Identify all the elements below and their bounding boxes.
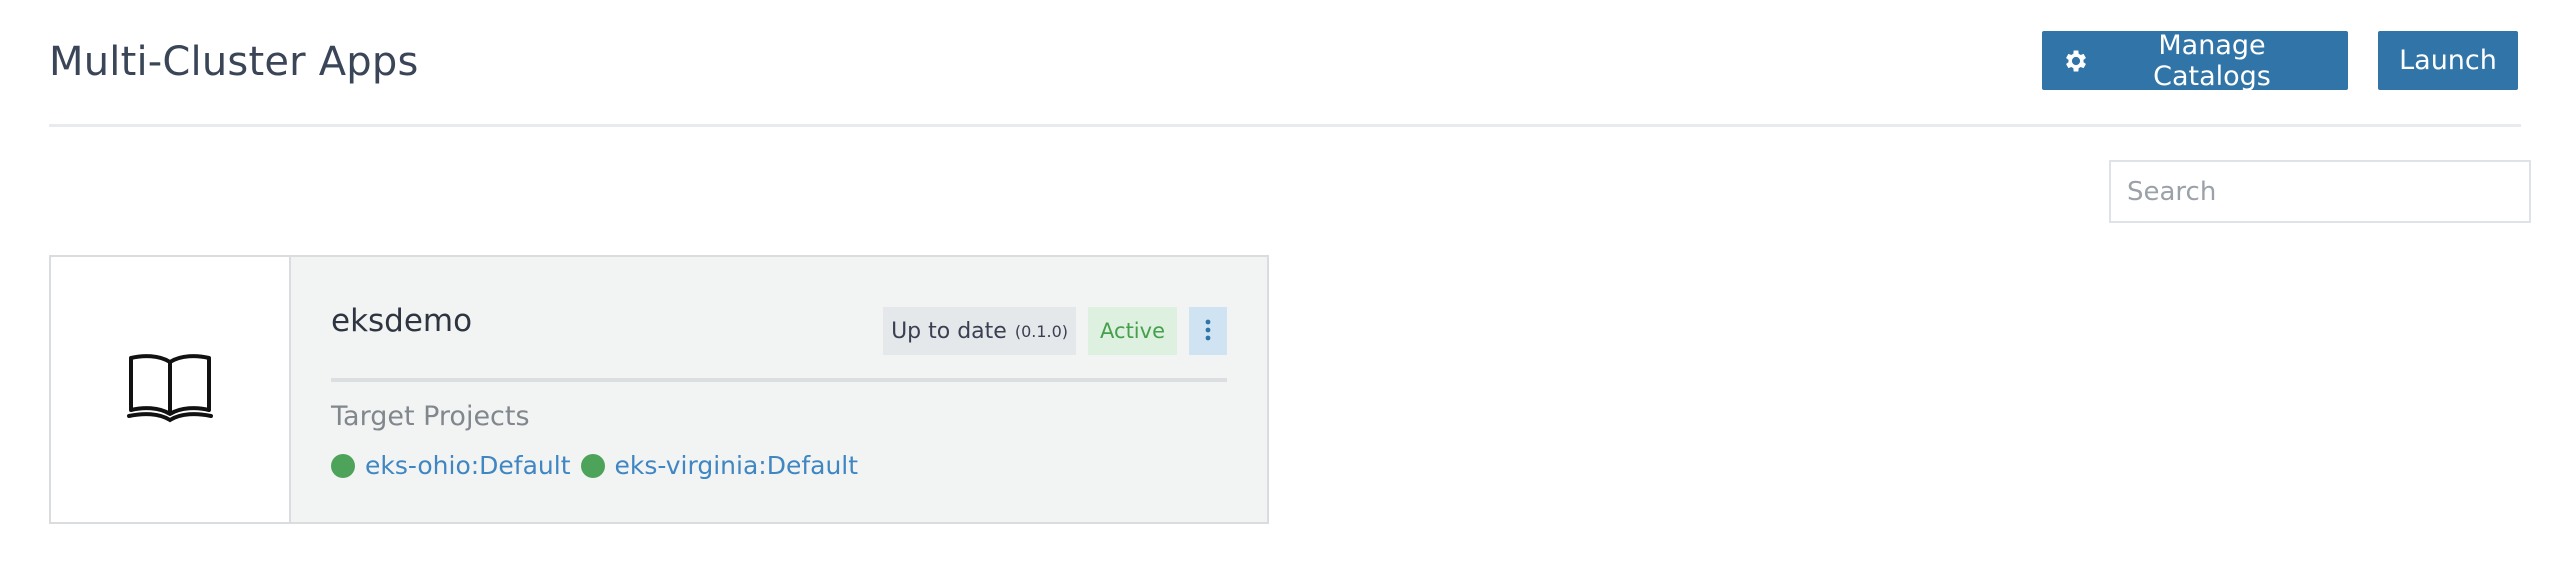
search-input[interactable]: [2109, 160, 2531, 223]
project-status-dot: [580, 453, 605, 478]
target-projects-list: eks-ohio:Default eks-virginia:Default: [331, 451, 868, 480]
page-title: Multi-Cluster Apps: [49, 39, 419, 85]
app-badges: Up to date (0.1.0) Active: [883, 307, 1227, 355]
target-projects-label: Target Projects: [331, 401, 530, 432]
app-card: eksdemo Up to date (0.1.0) Active Target…: [49, 255, 1269, 524]
gear-icon: [2062, 47, 2090, 75]
app-icon-container: [51, 257, 291, 522]
page-header: Multi-Cluster Apps Manage Catalogs Launc…: [49, 0, 2521, 127]
project-status-dot: [331, 453, 355, 478]
book-open-icon: [127, 352, 213, 428]
app-card-body: eksdemo Up to date (0.1.0) Active Target…: [331, 257, 1227, 522]
project-link-eks-virginia[interactable]: eks-virginia:Default: [615, 451, 859, 480]
upgrade-status-badge: Up to date (0.1.0): [883, 307, 1077, 355]
upgrade-status-text: Up to date: [891, 318, 1007, 344]
manage-catalogs-button[interactable]: Manage Catalogs: [2042, 29, 2348, 92]
card-divider: [331, 378, 1227, 382]
app-name: eksdemo: [331, 303, 473, 339]
more-actions-button[interactable]: [1189, 307, 1227, 355]
manage-catalogs-label: Manage Catalogs: [2153, 29, 2271, 92]
state-badge: Active: [1088, 307, 1177, 355]
project-link-eks-ohio[interactable]: eks-ohio:Default: [365, 451, 571, 480]
kebab-menu-icon: [1205, 319, 1211, 344]
version-text: (0.1.0): [1014, 321, 1069, 341]
launch-button[interactable]: Launch: [2378, 31, 2518, 90]
